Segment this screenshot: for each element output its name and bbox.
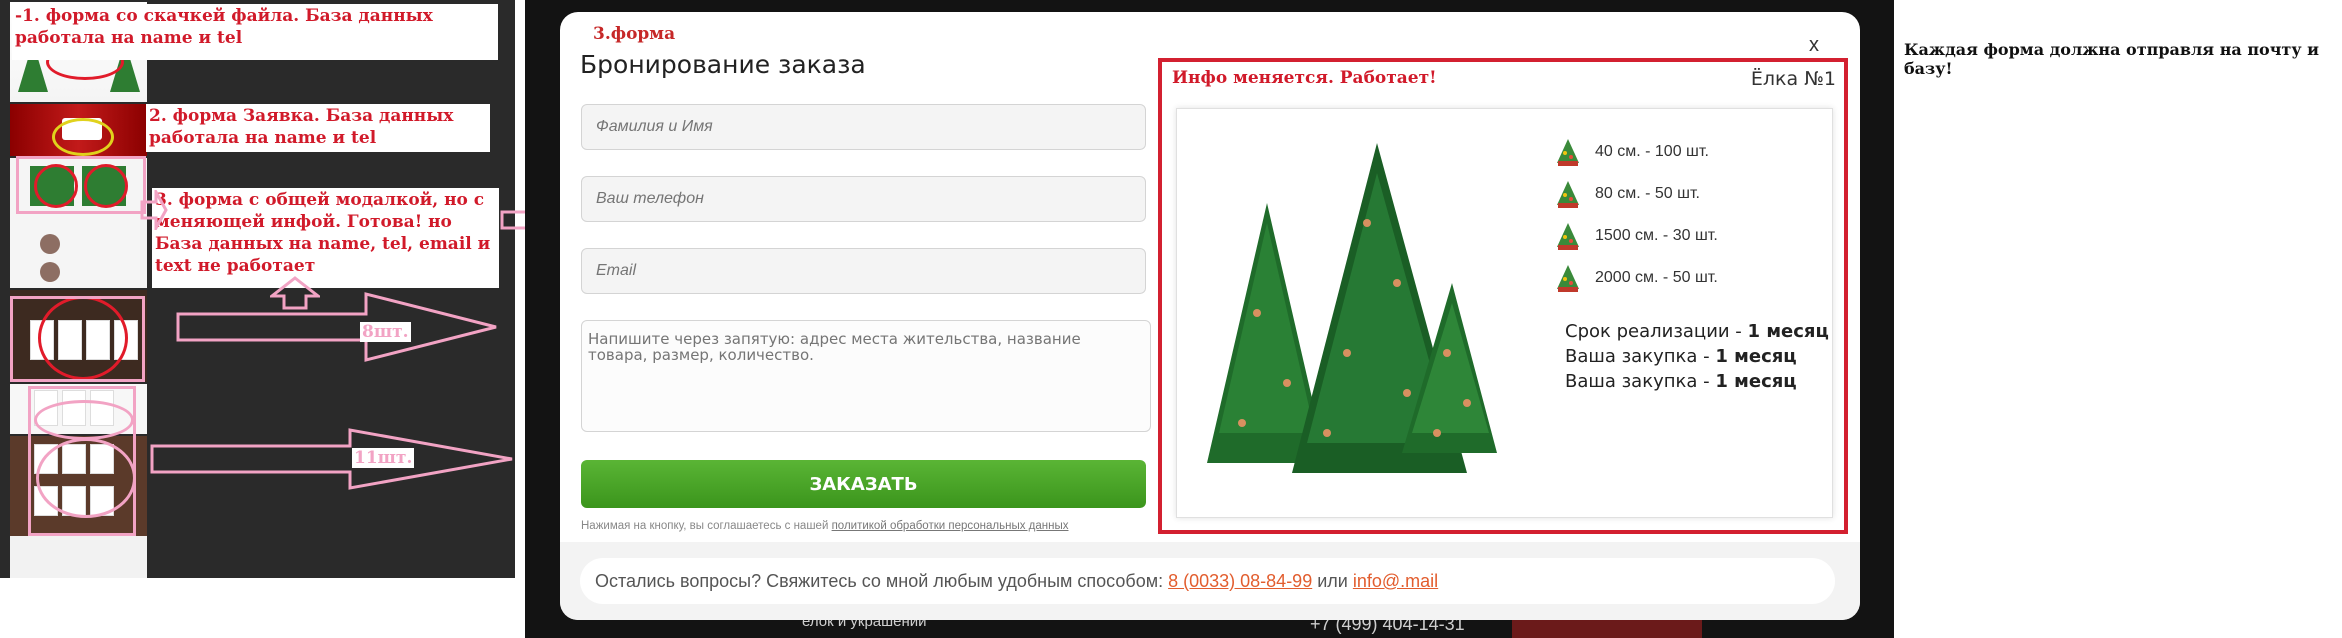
size-item: 1500 см. - 30 шт. [1555, 215, 1718, 257]
tree-icon [1557, 181, 1579, 208]
close-button[interactable]: x [1809, 34, 1819, 57]
arrow-right-large [150, 428, 513, 490]
term-value: 1 месяц [1715, 346, 1797, 367]
consent-text: Нажимая на кнопку, вы соглашаетесь с наш… [581, 520, 1069, 532]
annotation-text: -1. форма со скачкей файла. База данных … [15, 6, 433, 48]
size-item: 80 см. - 50 шт. [1555, 173, 1718, 215]
contact-bar: Остались вопросы? Свяжитесь со мной любы… [580, 558, 1835, 604]
size-label: 1500 см. - 30 шт. [1595, 227, 1718, 244]
highlight-ellipse [52, 118, 114, 156]
term-row: Срок реализации - 1 месяц [1565, 319, 1829, 344]
product-card: 40 см. - 100 шт. 80 см. - 50 шт. 1500 см… [1176, 108, 1833, 518]
term-value: 1 месяц [1715, 371, 1797, 392]
contact-strip: Остались вопросы? Свяжитесь со мной любы… [560, 542, 1860, 620]
count-label: 8шт. [360, 322, 411, 342]
form-label: 3.форма [593, 24, 676, 44]
consent-label: Нажимая на кнопку, вы соглашаетесь с наш… [581, 520, 829, 532]
annotation-form-3: 3. форма с общей модалкой, но с меняющей… [152, 188, 499, 288]
terms-list: Срок реализации - 1 месяц Ваша закупка -… [1565, 319, 1829, 394]
phone-input[interactable] [581, 176, 1146, 222]
size-list: 40 см. - 100 шт. 80 см. - 50 шт. 1500 см… [1555, 131, 1718, 299]
size-item: 2000 см. - 50 шт. [1555, 257, 1718, 299]
product-info-panel: Инфо меняется. Работает! Ёлка №1 40 см. … [1158, 58, 1848, 534]
size-label: 2000 см. - 50 шт. [1595, 269, 1718, 286]
privacy-policy-link[interactable]: политикой обработки персональных данных [832, 520, 1069, 532]
term-label: Ваша закупка - [1565, 346, 1710, 367]
annotation-text: 3. форма с общей модалкой, но с меняющей… [155, 190, 491, 276]
term-row: Ваша закупка - 1 месяц [1565, 344, 1829, 369]
christmas-trees-image [1207, 143, 1497, 473]
contact-phone-link[interactable]: 8 (0033) 08-84-99 [1168, 571, 1312, 591]
contact-text: Остались вопросы? Свяжитесь со мной любы… [595, 571, 1164, 591]
modal-title: Бронирование заказа [580, 50, 866, 79]
count-label: 11шт. [352, 448, 415, 468]
annotation-form-1: -1. форма со скачкей файла. База данных … [12, 4, 498, 60]
name-input[interactable] [581, 104, 1146, 150]
message-textarea[interactable] [581, 320, 1151, 432]
annotation-text: 2. форма Заявка. База данных работала на… [149, 106, 454, 148]
requirement-note: Каждая форма должна отправля на почту и … [1904, 40, 2320, 78]
term-row: Ваша закупка - 1 месяц [1565, 369, 1829, 394]
size-item: 40 см. - 100 шт. [1555, 131, 1718, 173]
arrow-right-large [176, 292, 497, 362]
highlight-rect [10, 296, 145, 382]
size-label: 40 см. - 100 шт. [1595, 143, 1709, 160]
contact-or: или [1317, 571, 1348, 591]
term-value: 1 месяц [1747, 321, 1829, 342]
tree-icon [1557, 265, 1579, 292]
thumbnail-footer [10, 536, 147, 578]
term-label: Срок реализации - [1565, 321, 1742, 342]
info-annotation: Инфо меняется. Работает! [1172, 68, 1437, 88]
arrow-right-small [140, 190, 168, 230]
product-title: Ёлка №1 [1750, 68, 1836, 90]
contact-email-link[interactable]: info@.mail [1353, 571, 1438, 591]
thumbnail-avatar [40, 234, 60, 254]
highlight-rect [16, 156, 146, 214]
order-modal: 3.форма Бронирование заказа x ЗАКАЗАТЬ Н… [560, 12, 1860, 620]
order-button[interactable]: ЗАКАЗАТЬ [581, 460, 1146, 508]
highlight-rect [28, 386, 136, 536]
email-input[interactable] [581, 248, 1146, 294]
annotation-form-2: 2. форма Заявка. База данных работала на… [146, 104, 490, 152]
term-label: Ваша закупка - [1565, 371, 1710, 392]
size-label: 80 см. - 50 шт. [1595, 185, 1700, 202]
tree-icon [1557, 223, 1579, 250]
tree-icon [1557, 139, 1579, 166]
thumbnail-avatar [40, 262, 60, 282]
